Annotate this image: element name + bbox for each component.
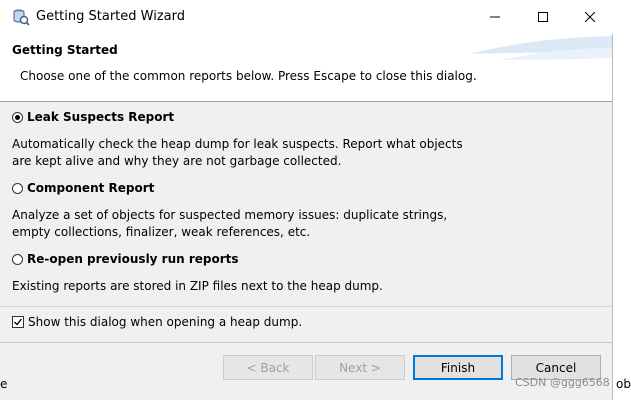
header-description: Choose one of the common reports below. … — [20, 69, 477, 83]
radio-button[interactable] — [12, 253, 23, 265]
option-label: Leak Suspects Report — [27, 110, 175, 124]
minimize-icon — [490, 16, 500, 18]
show-dialog-checkbox[interactable] — [12, 316, 24, 328]
header-title: Getting Started — [12, 43, 118, 57]
option-label: Re-open previously run reports — [27, 252, 239, 266]
option-description: Automatically check the heap dump for le… — [12, 137, 463, 168]
radio-component-report[interactable]: Component Report — [12, 181, 154, 195]
radio-leak-suspects[interactable]: Leak Suspects Report — [12, 110, 174, 124]
title-bar[interactable]: Getting Started Wizard — [0, 0, 613, 34]
background-text-fragment-left: e — [0, 377, 8, 391]
watermark: CSDN @ggg6568 — [515, 376, 610, 389]
wizard-header: Getting Started Choose one of the common… — [0, 34, 612, 102]
separator — [0, 306, 612, 307]
show-dialog-label: Show this dialog when opening a heap dum… — [28, 315, 303, 329]
background-text-fragment-right: ob — [616, 377, 631, 391]
close-icon — [585, 12, 595, 22]
maximize-icon — [538, 12, 548, 22]
show-dialog-checkbox-row[interactable]: Show this dialog when opening a heap dum… — [12, 315, 302, 329]
app-icon — [13, 9, 30, 26]
option-description: Analyze a set of objects for suspected m… — [12, 208, 448, 239]
finish-button[interactable]: Finish — [413, 355, 503, 380]
option-description: Existing reports are stored in ZIP files… — [12, 279, 383, 293]
header-banner-graphic — [470, 36, 612, 60]
maximize-button[interactable] — [520, 0, 566, 34]
window-title: Getting Started Wizard — [36, 9, 185, 24]
checkmark-icon — [14, 318, 23, 326]
footer-separator — [0, 342, 613, 343]
radio-button[interactable] — [12, 182, 23, 194]
radio-reopen-reports[interactable]: Re-open previously run reports — [12, 252, 239, 266]
next-button[interactable]: Next > — [315, 355, 405, 380]
close-button[interactable] — [567, 0, 613, 34]
back-button[interactable]: < Back — [223, 355, 313, 380]
radio-button-checked[interactable] — [12, 111, 23, 123]
option-label: Component Report — [27, 181, 155, 195]
minimize-button[interactable] — [472, 0, 518, 34]
wizard-dialog: Getting Started Wizard Getting Started C… — [0, 0, 613, 400]
